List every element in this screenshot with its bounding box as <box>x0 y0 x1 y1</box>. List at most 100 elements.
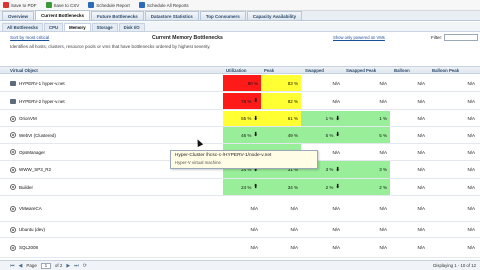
table-row[interactable]: WebVI (Clustered) 46 % ⬇ 49 % 5 % ⬇ 5 % N/A N/A <box>0 127 480 144</box>
swapped-peak-cell-value: N/A <box>379 245 387 250</box>
tooltip-type: Hyper-V virtual machine <box>175 160 221 165</box>
swapped-cell-value: N/A <box>332 149 340 155</box>
object-name[interactable]: SQL2008 <box>19 245 38 250</box>
utilization-cell-value: 46 % <box>241 132 252 138</box>
object-name[interactable]: Builder <box>19 185 33 190</box>
balloon-cell: N/A <box>390 179 428 195</box>
object-name[interactable]: HYPERV-2 hyper-v.net <box>19 99 65 104</box>
swapped-cell-value: 2 % <box>325 184 334 190</box>
object-name[interactable]: VMwareCA <box>19 206 42 211</box>
utilization-cell: N/A <box>223 238 261 257</box>
object-name-cell: WebVI (Clustered) <box>10 127 56 143</box>
toolbar-button-3[interactable]: Schedule All Reports <box>138 2 189 8</box>
balloon-peak-cell: N/A <box>428 161 478 178</box>
balloon-peak-cell: N/A <box>428 238 478 257</box>
tab-secondary-3[interactable]: Storage <box>91 23 118 31</box>
toolbar-button-0[interactable]: Save to PDF <box>3 2 37 8</box>
tab-secondary-2[interactable]: Memory <box>64 23 91 31</box>
first-page-button[interactable]: ⏮ <box>10 263 15 269</box>
tab-secondary-4[interactable]: Disk I/O <box>118 23 145 31</box>
panel-header: Sort by most critical Current Memory Bot… <box>0 33 480 56</box>
col-swapped[interactable]: Swapped <box>305 68 324 73</box>
tab-primary-0[interactable]: Overview <box>2 11 35 20</box>
toolbar-button-1[interactable]: Save to CSV <box>45 2 80 8</box>
tab-secondary-1[interactable]: CPU <box>44 23 64 31</box>
table-row[interactable]: OrionVM 55 % ⬇ 61 % 1 % ⬇ 1 % N/A N/A <box>0 111 480 127</box>
utilization-cell: 24 % ⬆ <box>223 179 261 195</box>
table-row[interactable]: SQL2008 N/A N/A N/A N/A N/A N/A <box>0 238 480 258</box>
swapped-peak-cell-value: N/A <box>379 80 387 86</box>
utilization-cell: 80 % <box>223 75 261 91</box>
col-virtual-object[interactable]: Virtual Object <box>10 68 38 73</box>
swapped-peak-cell-value: 2 % <box>379 184 387 190</box>
pdf-icon <box>3 2 9 8</box>
host-icon <box>10 98 16 104</box>
table-row[interactable]: Builder 24 % ⬆ 34 % 2 % ⬇ 2 % N/A N/A <box>0 179 480 196</box>
object-name[interactable]: OpsManager <box>19 150 45 155</box>
object-name[interactable]: Ubuntu (dev) <box>19 227 45 232</box>
toolbar-button-label: Schedule All Reports <box>146 2 189 8</box>
tab-primary-3[interactable]: Datastore Statistics <box>144 11 199 20</box>
peak-cell: 49 % <box>261 127 301 143</box>
col-balloon[interactable]: Balloon <box>394 68 410 73</box>
sort-by-critical-link[interactable]: Sort by most critical <box>10 35 49 40</box>
show-powered-on-link[interactable]: Show only powered on VMs <box>333 35 385 40</box>
toolbar-button-2[interactable]: Schedule Report <box>88 2 130 8</box>
col-swapped-peak[interactable]: Swapped Peak <box>346 68 376 73</box>
balloon-cell-value: N/A <box>417 116 425 121</box>
vm-icon <box>10 244 16 251</box>
table-row[interactable]: HYPERV-1 hyper-v.net 80 % 83 % N/A N/A N/A N/A <box>0 75 480 92</box>
col-utilization[interactable]: Utilization <box>226 68 247 73</box>
page-label: Page <box>26 263 37 268</box>
balloon-cell: N/A <box>390 196 428 221</box>
object-name[interactable]: OrionVM <box>19 116 37 121</box>
balloon-cell: N/A <box>390 144 428 160</box>
swapped-cell-value: 5 % <box>325 132 334 138</box>
filter-input[interactable] <box>444 34 478 41</box>
table-row[interactable]: HYPERV-2 hyper-v.net 78 % ⬇ 82 % N/A N/A N/A N/… <box>0 93 480 110</box>
tab-primary-5[interactable]: Capacity Availability <box>246 11 303 20</box>
swapped-cell-value: N/A <box>332 80 340 86</box>
tab-primary-1[interactable]: Current Bottlenecks <box>35 10 91 20</box>
peak-cell-value: 82 % <box>287 98 298 104</box>
last-page-button[interactable]: ⏭ <box>74 263 79 269</box>
balloon-cell: N/A <box>390 127 428 143</box>
panel-title: Current Memory Bottlenecks <box>152 35 223 41</box>
tab-secondary-0[interactable]: All Bottlenecks <box>2 23 44 31</box>
object-name[interactable]: WebVI (Clustered) <box>19 133 56 138</box>
secondary-tabs: All Bottlenecks CPU Memory Storage Disk I/O <box>0 22 480 32</box>
trend-arrow-icon: ⬇ <box>335 115 340 122</box>
refresh-icon[interactable]: ⟳ <box>83 263 87 269</box>
peak-cell: 34 % <box>261 179 301 195</box>
next-page-button[interactable]: ▶ <box>66 263 70 269</box>
panel-description: Identifies all hosts, clusters, resource… <box>10 44 211 49</box>
peak-cell-value: N/A <box>290 206 298 211</box>
table-row[interactable]: Ubuntu (dev) N/A N/A N/A N/A N/A N/A <box>0 222 480 238</box>
swapped-peak-cell: N/A <box>343 196 390 221</box>
tab-primary-2[interactable]: Future Bottlenecks <box>91 11 144 20</box>
utilization-cell-value: 24 % <box>241 184 252 190</box>
utilization-cell-value: 55 % <box>241 116 252 121</box>
balloon-peak-cell-value: N/A <box>467 167 475 172</box>
col-balloon-peak[interactable]: Balloon Peak <box>432 68 459 73</box>
object-name-cell: SQL2008 <box>10 238 38 257</box>
object-name[interactable]: HYPERV-1 hyper-v.net <box>19 81 65 86</box>
swapped-cell: N/A <box>301 93 343 109</box>
prev-page-button[interactable]: ◀ <box>19 263 23 269</box>
table-header: Virtual Object Utilization Peak Swapped … <box>0 66 480 74</box>
object-name-cell: WWW_SP3_R2 <box>10 161 51 178</box>
table-row[interactable]: VMwareCA N/A N/A N/A N/A N/A N/A <box>0 196 480 222</box>
swapped-peak-cell-value: 3 % <box>379 167 387 172</box>
vm-icon <box>10 205 16 212</box>
balloon-cell-value: N/A <box>417 167 425 172</box>
tab-primary-4[interactable]: Top Consumers <box>199 11 246 20</box>
object-name-cell: VMwareCA <box>10 196 42 221</box>
balloon-peak-cell: N/A <box>428 222 478 237</box>
object-name[interactable]: WWW_SP3_R2 <box>19 167 51 172</box>
col-peak[interactable]: Peak <box>264 68 274 73</box>
page-number-input[interactable]: 1 <box>40 262 51 269</box>
swapped-peak-cell: N/A <box>343 238 390 257</box>
balloon-peak-cell-value: N/A <box>467 245 475 250</box>
toolbar-button-label: Save to CSV <box>53 2 80 8</box>
trend-arrow-icon: ⬇ <box>335 132 340 138</box>
